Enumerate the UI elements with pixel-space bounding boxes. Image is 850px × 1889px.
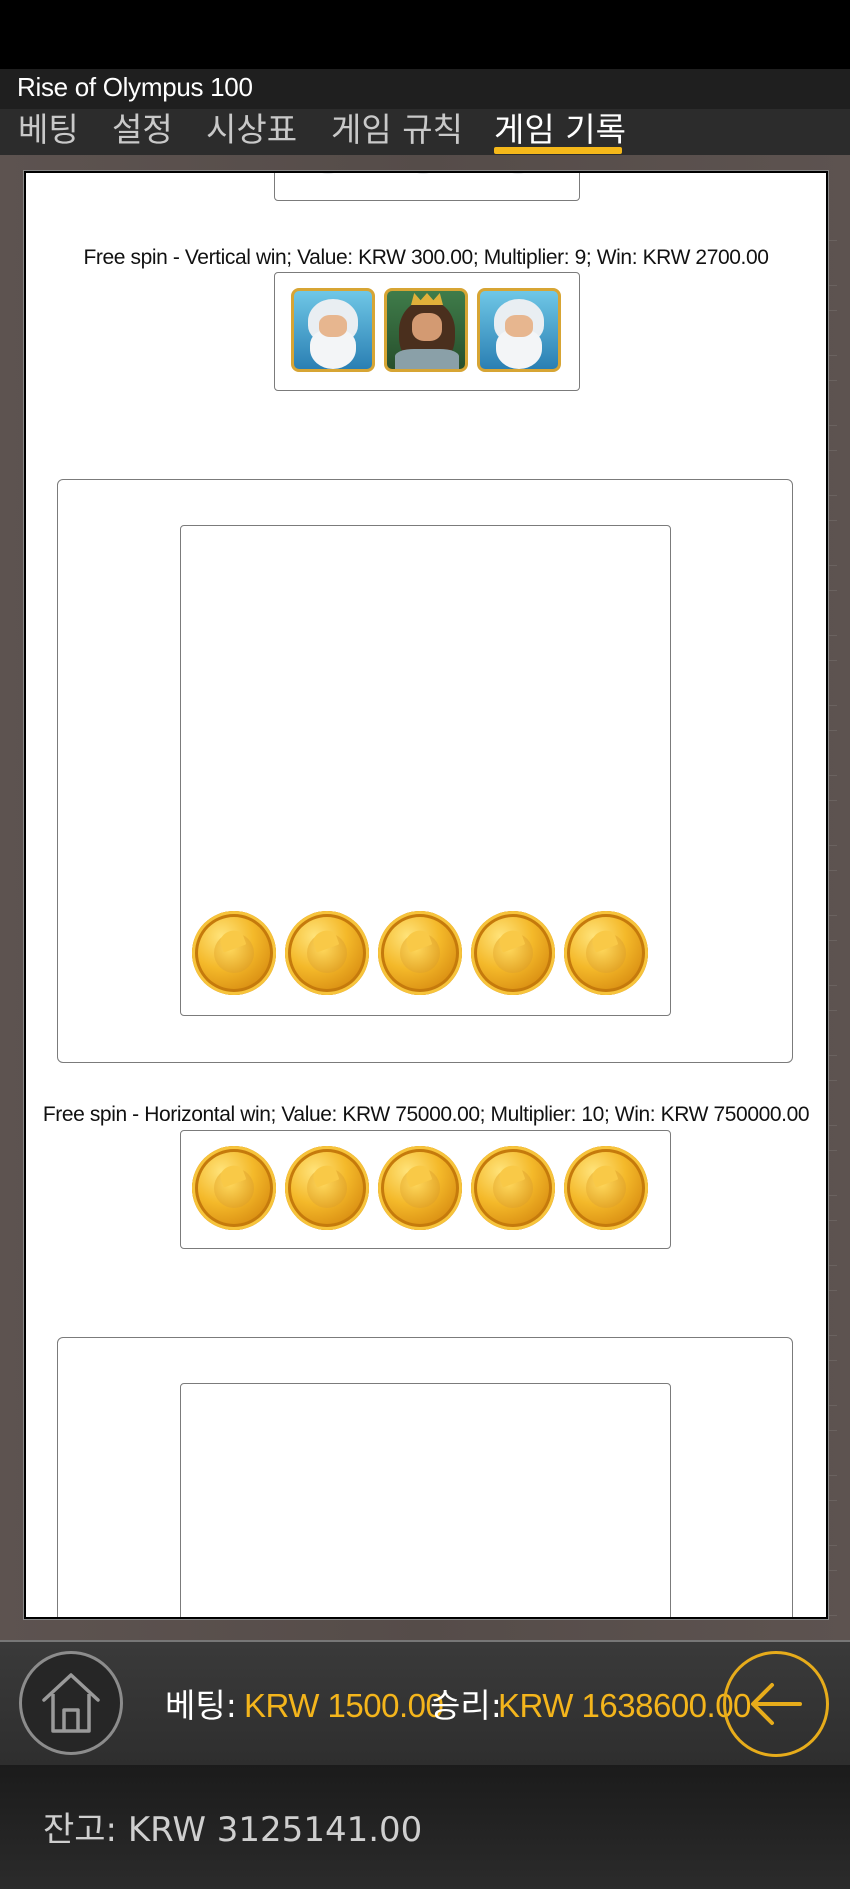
arrow-left-icon [751,1683,802,1725]
zeus-symbol [477,288,561,372]
gold-coin-symbol [471,1146,555,1230]
previous-win-symbols [274,173,580,201]
gold-coin-symbol [192,1146,276,1230]
bet-label: 베팅: [165,1686,237,1725]
partial-symbol [505,173,531,174]
tab-paytable[interactable]: 시상표 [206,110,297,150]
tab-game-rules[interactable]: 게임 규칙 [331,110,463,150]
home-button[interactable] [19,1651,123,1755]
gold-coin-symbol [285,1146,369,1230]
tab-bet[interactable]: 베팅 [18,110,79,150]
tab-game-history[interactable]: 게임 기록 [494,110,626,150]
partial-symbol [410,173,436,174]
back-button[interactable] [723,1651,829,1757]
gold-coin-symbol [564,911,648,995]
reel-grid [180,525,671,1016]
active-tab-indicator [494,147,622,154]
hero-symbol [384,288,468,372]
horizontal-win-symbols [180,1130,671,1249]
gold-coin-symbol [378,1146,462,1230]
win-caption-horizontal: Free spin - Horizontal win; Value: KRW 7… [42,1103,810,1126]
reel-grid [180,1383,671,1617]
win-caption-vertical: Free spin - Vertical win; Value: KRW 300… [83,246,769,269]
win-value: KRW 1638600.00 [498,1687,751,1724]
history-detail-panel[interactable]: Free spin - Vertical win; Value: KRW 300… [24,171,828,1619]
gold-coin-symbol [564,1146,648,1230]
gold-coin-symbol [471,911,555,995]
gold-coin-symbol [378,911,462,995]
vertical-win-symbols [274,272,580,391]
home-icon [42,1673,100,1733]
partial-symbol [315,173,341,174]
gold-coin-symbol [285,911,369,995]
status-bar [0,0,850,69]
win-label: 승리: [430,1686,502,1725]
gold-coin-symbol [192,911,276,995]
balance-text: 잔고: KRW 3125141.00 [43,1810,423,1850]
tab-settings[interactable]: 설정 [112,110,173,150]
game-title: Rise of Olympus 100 [17,72,253,102]
zeus-symbol [291,288,375,372]
bet-value: KRW 1500.00 [244,1687,444,1724]
